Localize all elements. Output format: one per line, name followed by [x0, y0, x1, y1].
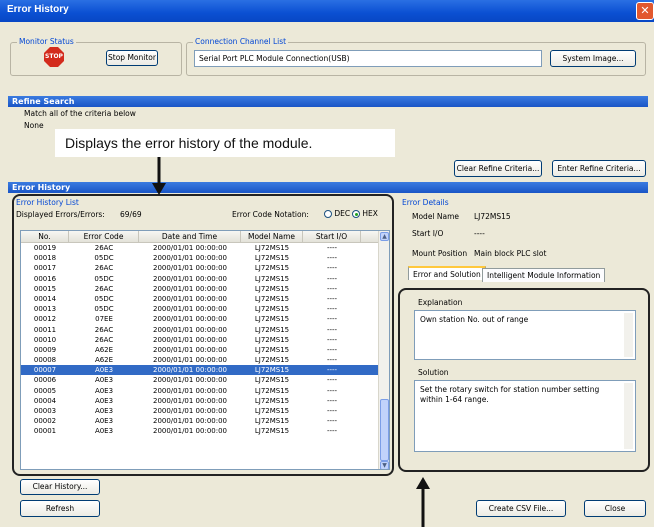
up-arrow-icon: [416, 477, 430, 527]
tab-intelligent-module-info[interactable]: Intelligent Module Information: [482, 268, 606, 282]
connection-channel-label: Connection Channel List: [193, 37, 289, 46]
window-title: Error History: [7, 4, 69, 15]
annotation-history-box: [12, 194, 394, 476]
model-name-label: Model Name: [412, 212, 460, 221]
mount-position-label: Mount Position: [412, 249, 468, 258]
stop-icon: STOP: [44, 47, 64, 67]
refine-search-header: Refine Search: [8, 96, 648, 107]
refresh-button[interactable]: Refresh: [20, 500, 100, 517]
stop-monitor-button[interactable]: Stop Monitor: [106, 50, 158, 66]
model-name-value: LJ72MS15: [474, 212, 511, 221]
create-csv-button[interactable]: Create CSV File...: [476, 500, 566, 517]
error-history-window: Error History ✕ Monitor Status STOP Stop…: [0, 0, 654, 527]
error-history-header: Error History: [8, 182, 648, 193]
close-button[interactable]: Close: [584, 500, 646, 517]
annotation-details-box: [398, 288, 650, 472]
match-criteria-text: Match all of the criteria below: [24, 109, 136, 118]
connection-field: Serial Port PLC Module Connection(USB): [194, 50, 542, 67]
title-bar: Error History ✕: [0, 0, 654, 22]
tab-error-and-solution[interactable]: Error and Solution: [408, 266, 486, 280]
close-window-button[interactable]: ✕: [636, 2, 654, 20]
start-io-label: Start I/O: [412, 229, 444, 238]
callout-text: Displays the error history of the module…: [55, 129, 395, 157]
clear-refine-button[interactable]: Clear Refine Criteria...: [454, 160, 542, 177]
error-details-label: Error Details: [402, 198, 449, 207]
clear-history-button[interactable]: Clear History...: [20, 479, 100, 495]
mount-position-value: Main block PLC slot: [474, 249, 547, 258]
start-io-value: ----: [474, 229, 485, 238]
down-arrow-icon: [152, 157, 166, 195]
system-image-button[interactable]: System Image...: [550, 50, 636, 67]
monitor-status-label: Monitor Status: [17, 37, 76, 46]
criteria-value: None: [24, 121, 44, 130]
enter-refine-button[interactable]: Enter Refine Criteria...: [552, 160, 646, 177]
